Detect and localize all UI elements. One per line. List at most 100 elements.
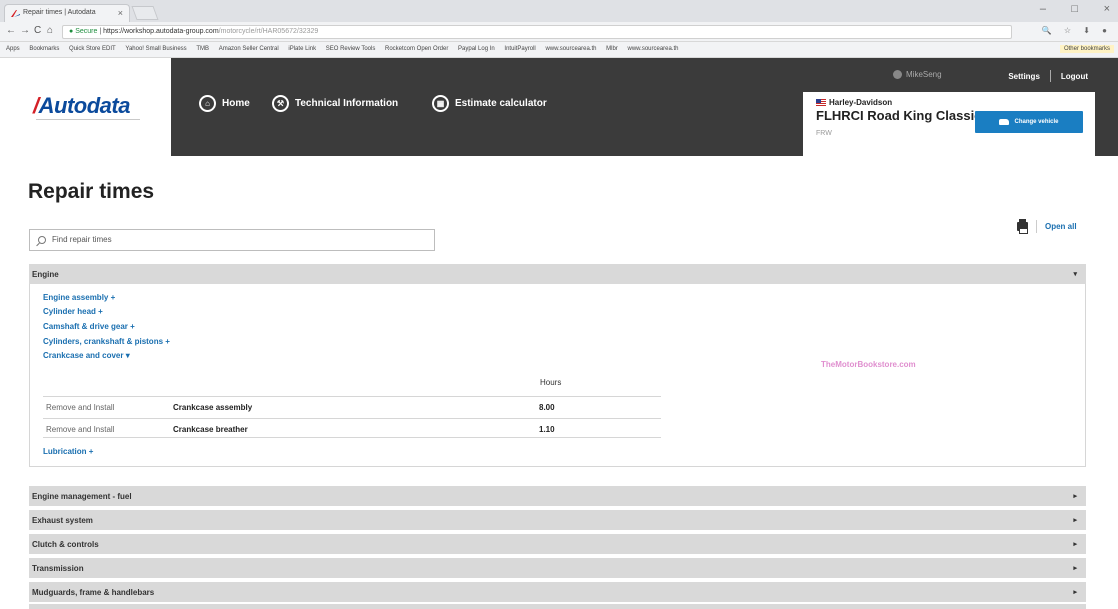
bookmark-item[interactable]: Apps (6, 46, 20, 52)
address-bar[interactable]: ● Secure | https://workshop.autodata-gro… (62, 25, 1012, 39)
bookmark-item[interactable]: www.sourcearea.th (545, 46, 596, 52)
table-row: Remove and Install Crankcase breather 1.… (43, 418, 661, 438)
row-item: Crankcase assembly (173, 403, 253, 412)
browser-tab[interactable]: Repair times | Autodata × (4, 4, 130, 22)
section-title: Transmission (32, 564, 84, 573)
user-avatar-icon (893, 70, 902, 79)
table-row: Remove and Install Crankcase assembly 8.… (43, 396, 661, 416)
bookmark-item[interactable]: iPlate Link (288, 46, 316, 52)
section-engine[interactable]: Engine ▾ (29, 264, 1086, 284)
logo-text: Autodata (38, 93, 131, 118)
section-title: Clutch & controls (32, 540, 99, 549)
user-account[interactable]: MikeSeng (893, 70, 942, 79)
section-engine-management-fuel[interactable]: Engine management - fuel ▸ (29, 486, 1086, 506)
bookmark-item[interactable]: Amazon Seller Central (219, 46, 279, 52)
forward-icon[interactable]: → (20, 25, 30, 36)
row-hours: 8.00 (539, 403, 555, 412)
change-vehicle-label: Change vehicle (1014, 119, 1059, 125)
row-action: Remove and Install (46, 403, 115, 412)
nav-technical-information[interactable]: ⚒ Technical Information (272, 95, 398, 112)
subsection-cylinders-crankshaft[interactable]: Cylinders, crankshaft & pistons + (43, 337, 170, 346)
bookmark-item[interactable]: SEO Review Tools (326, 46, 376, 52)
close-window-icon[interactable]: × (1104, 3, 1110, 15)
section-engine-title: Engine (32, 270, 59, 279)
user-name-label: MikeSeng (906, 70, 942, 79)
bookmark-item[interactable]: Rocketcom Open Order (385, 46, 448, 52)
minimize-icon[interactable]: – (1040, 3, 1046, 15)
section-next-partial (29, 604, 1086, 609)
section-title: Exhaust system (32, 516, 93, 525)
nav-estimate-calculator[interactable]: ▦ Estimate calculator (432, 95, 547, 112)
browser-tabstrip: Repair times | Autodata × – □ × (0, 0, 1118, 22)
print-icon[interactable] (1017, 219, 1028, 234)
settings-link[interactable]: Settings (1008, 72, 1040, 81)
chevron-right-icon: ▸ (1073, 589, 1077, 596)
bookmarks-bar: Apps Bookmarks Quick Store EDIT Yahoo! S… (0, 42, 1118, 58)
row-hours: 1.10 (539, 425, 555, 434)
home-browser-icon[interactable]: ⌂ (47, 25, 53, 36)
chevron-right-icon: ▸ (1073, 565, 1077, 572)
vehicle-make: Harley-Davidson (816, 98, 892, 107)
bookmark-item[interactable]: www.sourcearea.th (627, 46, 678, 52)
bookmark-item[interactable]: IntuitPayroll (504, 46, 535, 52)
reload-icon[interactable]: C (34, 25, 41, 36)
hours-column-header: Hours (540, 378, 562, 387)
top-links-divider (1049, 70, 1051, 82)
section-transmission[interactable]: Transmission ▸ (29, 558, 1086, 578)
bookmark-item[interactable]: Quick Store EDIT (69, 46, 116, 52)
browser-omnibar: ← → C ⌂ ● Secure | https://workshop.auto… (0, 22, 1118, 42)
bookmark-item[interactable]: Mlbr (606, 46, 618, 52)
chevron-right-icon: ▸ (1073, 517, 1077, 524)
logo-underline (36, 119, 140, 120)
new-tab-button[interactable] (131, 6, 159, 20)
bookmark-item[interactable]: Paypal Log In (458, 46, 495, 52)
us-flag-icon (816, 99, 826, 106)
logout-link[interactable]: Logout (1061, 72, 1088, 81)
url-path: /motorcycle/rt/HAR05672/32329 (218, 28, 319, 35)
nav-home[interactable]: ⌂ Home (199, 95, 250, 112)
subsection-engine-assembly[interactable]: Engine assembly + (43, 293, 115, 302)
change-vehicle-button[interactable]: Change vehicle (975, 111, 1083, 133)
subsection-lubrication[interactable]: Lubrication + (43, 447, 93, 456)
car-icon (999, 119, 1010, 125)
open-all-divider (1036, 220, 1037, 233)
tab-close-icon[interactable]: × (118, 8, 123, 18)
bookmark-item[interactable]: TMB (196, 46, 209, 52)
page-title: Repair times (28, 180, 155, 203)
back-icon[interactable]: ← (6, 25, 16, 36)
subsection-crankcase-cover[interactable]: Crankcase and cover ▾ (43, 351, 130, 360)
browser-extension-icons[interactable]: 🔍 ☆ ⬇ ● (1042, 26, 1112, 35)
wrench-icon: ⚒ (272, 95, 289, 112)
url-host: https://workshop.autodata-group.com (103, 28, 219, 35)
other-bookmarks[interactable]: Other bookmarks (1059, 45, 1114, 53)
subsection-cylinder-head[interactable]: Cylinder head + (43, 307, 103, 316)
vehicle-card: Harley-Davidson FLHRCI Road King Classic… (803, 92, 1095, 156)
search-icon (38, 236, 46, 244)
chevron-right-icon: ▸ (1073, 493, 1077, 500)
maximize-icon[interactable]: □ (1071, 3, 1078, 15)
browser-tab-title: Repair times | Autodata (23, 9, 96, 16)
vehicle-code: FRW (816, 130, 832, 137)
top-links: Settings Logout (1008, 70, 1088, 82)
section-title: Engine management - fuel (32, 492, 132, 501)
calculator-icon: ▦ (432, 95, 449, 112)
bookmark-item[interactable]: Yahoo! Small Business (125, 46, 186, 52)
nav-home-label: Home (222, 98, 250, 109)
row-item: Crankcase breather (173, 425, 248, 434)
section-clutch-controls[interactable]: Clutch & controls ▸ (29, 534, 1086, 554)
autodata-logo[interactable]: /Autodata (33, 93, 130, 119)
section-mudguards-frame[interactable]: Mudguards, frame & handlebars ▸ (29, 582, 1086, 602)
home-icon: ⌂ (199, 95, 216, 112)
section-exhaust-system[interactable]: Exhaust system ▸ (29, 510, 1086, 530)
search-placeholder: Find repair times (52, 235, 112, 244)
nav-technical-label: Technical Information (295, 98, 399, 109)
vehicle-make-label: Harley-Davidson (829, 98, 893, 107)
subsection-camshaft[interactable]: Camshaft & drive gear + (43, 322, 135, 331)
open-all-link[interactable]: Open all (1045, 222, 1077, 231)
watermark-text: TheMotorBookstore.com (821, 360, 916, 369)
autodata-favicon-icon (11, 10, 20, 17)
bookmark-item[interactable]: Bookmarks (29, 46, 59, 52)
row-action: Remove and Install (46, 425, 115, 434)
secure-label: Secure (75, 28, 98, 35)
search-input[interactable]: Find repair times (29, 229, 435, 251)
